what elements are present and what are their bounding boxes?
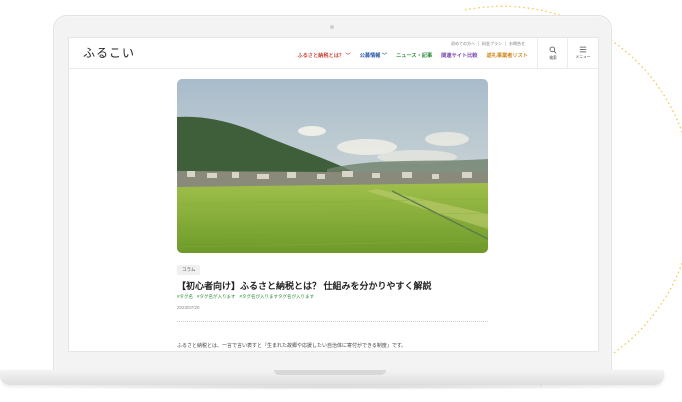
util-link-pricing[interactable]: 料金プラン [479, 41, 506, 46]
article-title: 【初心者向け】ふるさと納税とは？ 仕組みを分かりやすく解説 [177, 281, 432, 291]
menu-button[interactable]: メニュー [567, 38, 598, 68]
search-icon [549, 46, 557, 53]
hamburger-menu-icon [579, 46, 587, 53]
site-header: ふるこい 初めての方へ 料金プラン お問合せ ふるさと納税とは？ ﹀ 公募情報 … [69, 38, 598, 69]
menu-button-label: メニュー [575, 55, 591, 59]
nav-item-news[interactable]: ニュース・記事 [396, 53, 432, 60]
article-body-excerpt: ふるさと納税とは、一言で言い表すと『生まれた故郷や応援したい自治体に寄付ができる… [177, 343, 407, 349]
laptop-notch [274, 370, 386, 375]
site-logo[interactable]: ふるこい [83, 44, 135, 61]
nav-item-public-info[interactable]: 公募情報 ﹀ [360, 53, 387, 60]
article-divider [177, 321, 488, 322]
nav-item-about[interactable]: ふるさと納税とは？ ﹀ [297, 53, 350, 60]
search-button-label: 検索 [549, 55, 557, 60]
laptop-base [0, 370, 664, 385]
article-category-badge[interactable]: コラム [177, 265, 201, 275]
nav-item-vendor-list[interactable]: 返礼事業者リスト [486, 53, 528, 60]
article-tags: #タグ名 #タグ名が入ります #タグ名が入りますタグ名が入ります [177, 294, 314, 300]
camera-dot [330, 25, 334, 29]
tag-link[interactable]: #タグ名 [177, 294, 193, 300]
nav-item-compare[interactable]: 関連サイト比較 [441, 53, 477, 60]
tag-link[interactable]: #タグ名が入りますタグ名が入ります [240, 294, 315, 300]
util-link-contact[interactable]: お問合せ [506, 41, 528, 46]
tag-link[interactable]: #タグ名が入ります [197, 294, 236, 300]
search-button[interactable]: 検索 [537, 38, 568, 68]
laptop-shadow [20, 384, 644, 390]
utility-links: 初めての方へ 料金プラン お問合せ [448, 41, 528, 46]
util-link-guide[interactable]: 初めての方へ [448, 41, 479, 46]
article-date: 2023/07/20 [177, 305, 200, 310]
laptop-frame: ふるこい 初めての方へ 料金プラン お問合せ ふるさと納税とは？ ﹀ 公募情報 … [53, 15, 612, 372]
article-hero-image [177, 79, 488, 253]
browser-screen: ふるこい 初めての方へ 料金プラン お問合せ ふるさと納税とは？ ﹀ 公募情報 … [68, 37, 599, 352]
main-nav: ふるさと納税とは？ ﹀ 公募情報 ﹀ ニュース・記事 関連サイト比較 返礼事業者… [297, 53, 528, 60]
